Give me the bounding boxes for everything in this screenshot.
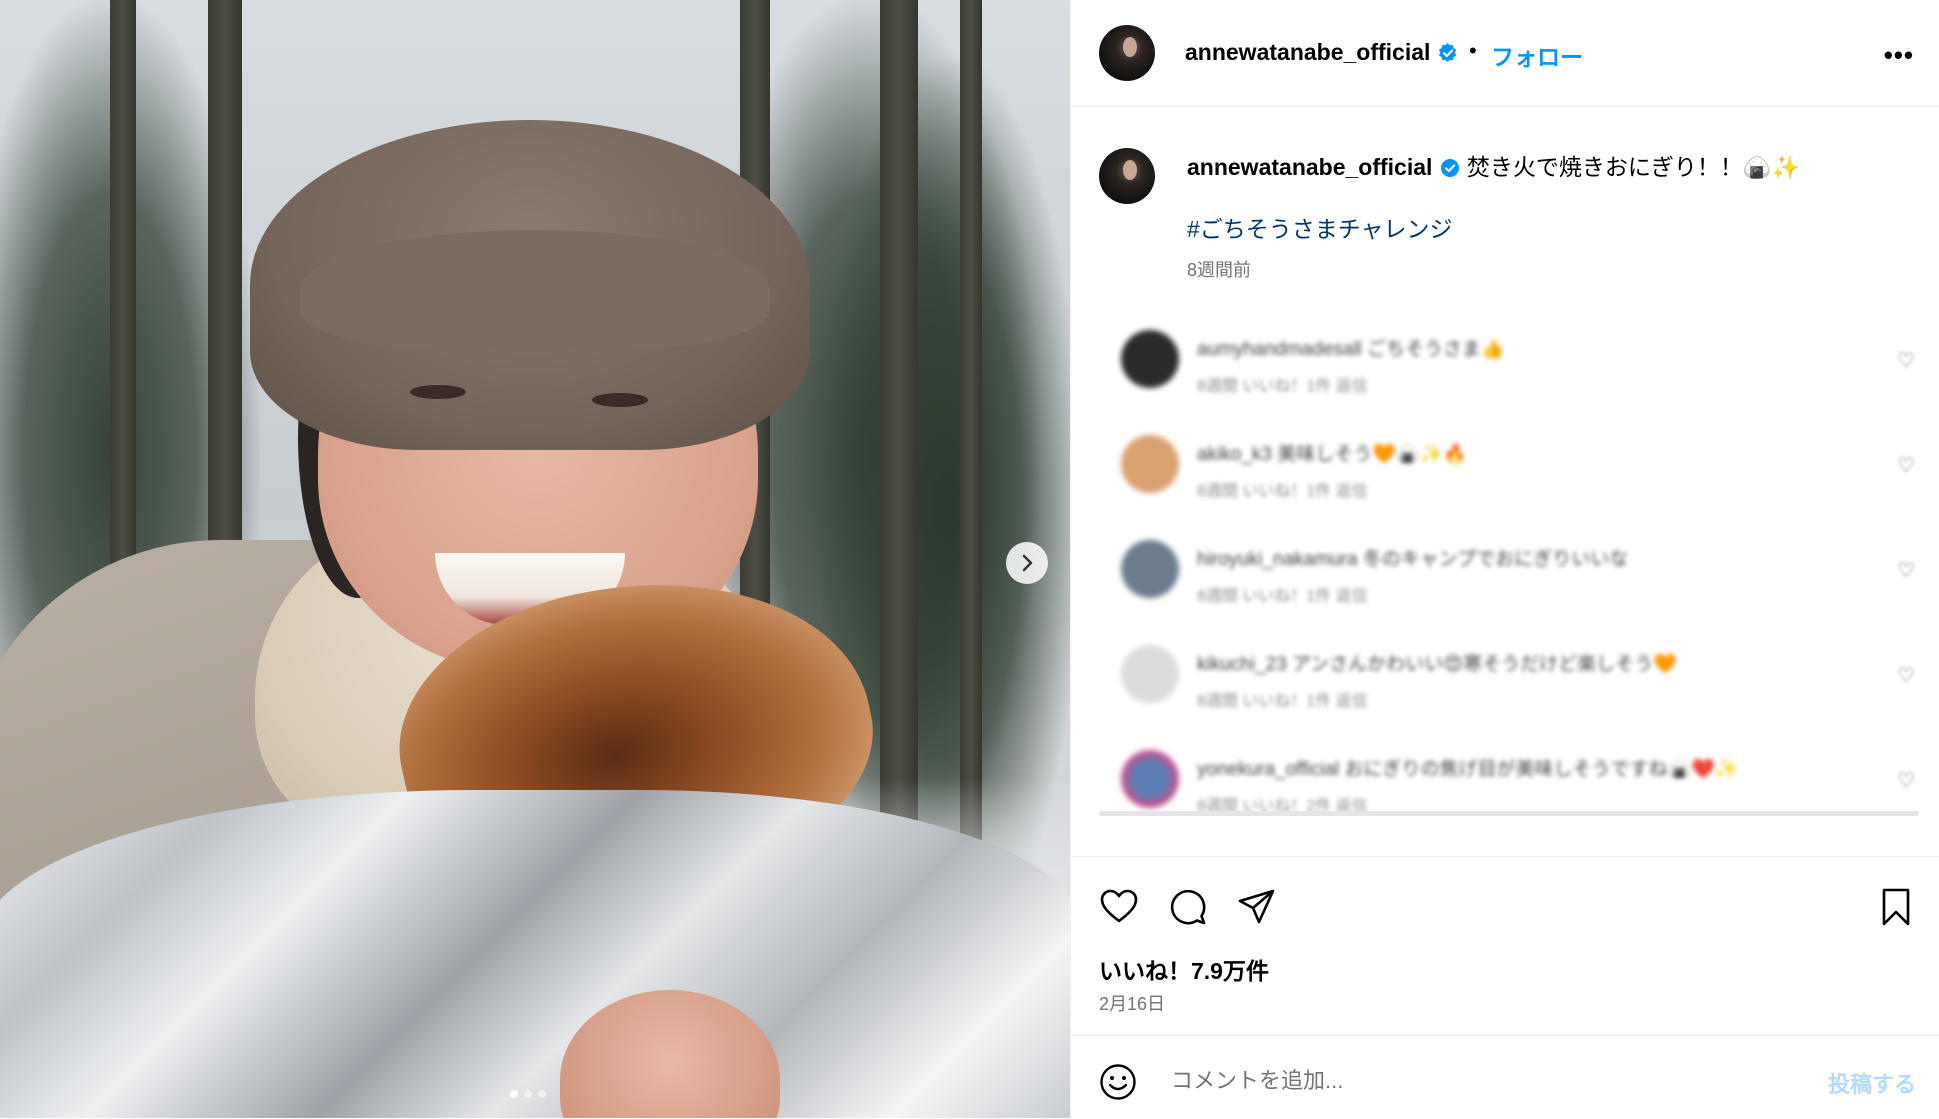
comment-meta: 8週間 いいね！1件 返信 bbox=[1197, 693, 1368, 710]
commenter-avatar[interactable] bbox=[1121, 540, 1179, 598]
post-actions-bar bbox=[1071, 856, 1939, 947]
comment-text: aumyhandmadesall ごちそうさま👍 bbox=[1197, 339, 1505, 360]
comment-meta: 8週間 いいね！1件 返信 bbox=[1197, 588, 1368, 605]
comment-like-heart-icon[interactable]: ♡ bbox=[1897, 663, 1915, 688]
commenter-avatar[interactable] bbox=[1121, 645, 1179, 703]
comments-scrollbar[interactable] bbox=[1099, 811, 1919, 816]
comment-text: akiko_k3 美味しそう🧡🍙✨🔥 bbox=[1197, 444, 1467, 465]
caption-text: 焚き火で焼きおにぎり！！🍙✨ bbox=[1466, 154, 1801, 180]
comment-like-heart-icon[interactable]: ♡ bbox=[1897, 768, 1915, 793]
carousel-indicator bbox=[510, 1090, 546, 1098]
comment-item: hiroyuki_nakamura 冬のキャンプでおにぎりいいな 8週間 いいね… bbox=[1099, 532, 1919, 637]
comment-meta: 8週間 いいね！1件 返信 bbox=[1197, 483, 1368, 500]
comment-item: akiko_k3 美味しそう🧡🍙✨🔥 8週間 いいね！1件 返信 ♡ bbox=[1099, 427, 1919, 532]
likes-count[interactable]: いいね！7.9万件 bbox=[1099, 952, 1269, 986]
post-header: annewatanabe_official • フォロー ••• bbox=[1071, 0, 1939, 107]
comment-bubble-icon[interactable] bbox=[1168, 887, 1208, 927]
save-bookmark-icon[interactable] bbox=[1876, 887, 1916, 927]
commenter-avatar[interactable] bbox=[1121, 330, 1179, 388]
carousel-dot-2 bbox=[524, 1090, 532, 1098]
comment-text: yonekura_official おにぎりの焦げ目が美味しそうですね🍙❤️✨ bbox=[1197, 759, 1739, 780]
like-heart-icon[interactable] bbox=[1099, 887, 1139, 927]
comment-composer: 投稿する bbox=[1071, 1035, 1939, 1119]
instagram-post-page: annewatanabe_official • フォロー ••• annewat… bbox=[0, 0, 1939, 1118]
caption-body: annewatanabe_official 焚き火で焼きおにぎり！！🍙✨ bbox=[1187, 152, 1927, 182]
post-side-panel: annewatanabe_official • フォロー ••• annewat… bbox=[1070, 0, 1939, 1118]
verified-badge-icon bbox=[1439, 43, 1457, 62]
chevron-right-icon bbox=[1022, 554, 1033, 572]
next-image-button[interactable] bbox=[1006, 542, 1048, 584]
comment-text: kikuchi_23 アンさんかわいい😍寒そうだけど楽しそう🧡 bbox=[1197, 654, 1677, 675]
emoji-picker-icon[interactable] bbox=[1099, 1063, 1137, 1101]
commenter-avatar[interactable] bbox=[1121, 435, 1179, 493]
comment-input[interactable] bbox=[1169, 1058, 1773, 1104]
caption-username[interactable]: annewatanabe_official bbox=[1187, 154, 1432, 180]
caption-author-avatar[interactable] bbox=[1099, 148, 1155, 204]
caption-hashtag[interactable]: #ごちそうさまチャレンジ bbox=[1187, 210, 1453, 244]
commenter-avatar[interactable] bbox=[1121, 750, 1179, 808]
follow-button[interactable]: フォロー bbox=[1491, 38, 1583, 72]
comment-meta: 8週間 いいね！2件 返信 bbox=[1197, 798, 1368, 812]
header-separator: • bbox=[1469, 38, 1477, 63]
caption-timestamp[interactable]: 8週間前 bbox=[1187, 256, 1251, 282]
post-comment-button[interactable]: 投稿する bbox=[1828, 1067, 1916, 1099]
share-send-icon[interactable] bbox=[1237, 887, 1277, 927]
comment-item: kikuchi_23 アンさんかわいい😍寒そうだけど楽しそう🧡 8週間 いいね！… bbox=[1099, 637, 1919, 742]
post-date[interactable]: 2月16日 bbox=[1099, 990, 1165, 1016]
author-username: annewatanabe_official bbox=[1185, 39, 1431, 65]
carousel-dot-1 bbox=[510, 1090, 518, 1098]
author-username-link[interactable]: annewatanabe_official bbox=[1185, 39, 1458, 66]
comment-like-heart-icon[interactable]: ♡ bbox=[1897, 348, 1915, 373]
carousel-dot-3 bbox=[538, 1090, 546, 1098]
comment-like-heart-icon[interactable]: ♡ bbox=[1897, 453, 1915, 478]
post-photo[interactable] bbox=[0, 0, 1070, 1118]
more-options-button[interactable]: ••• bbox=[1884, 40, 1914, 71]
author-avatar[interactable] bbox=[1099, 25, 1155, 81]
comment-item: yonekura_official おにぎりの焦げ目が美味しそうですね🍙❤️✨ … bbox=[1099, 742, 1919, 812]
comment-text: hiroyuki_nakamura 冬のキャンプでおにぎりいいな bbox=[1197, 549, 1629, 570]
comment-item: aumyhandmadesall ごちそうさま👍 8週間 いいね！1件 返信 ♡ bbox=[1099, 322, 1919, 427]
comments-list[interactable]: aumyhandmadesall ごちそうさま👍 8週間 いいね！1件 返信 ♡… bbox=[1099, 322, 1919, 812]
verified-badge-icon bbox=[1441, 159, 1460, 177]
comment-meta: 8週間 いいね！1件 返信 bbox=[1197, 378, 1368, 395]
comment-like-heart-icon[interactable]: ♡ bbox=[1897, 558, 1915, 583]
